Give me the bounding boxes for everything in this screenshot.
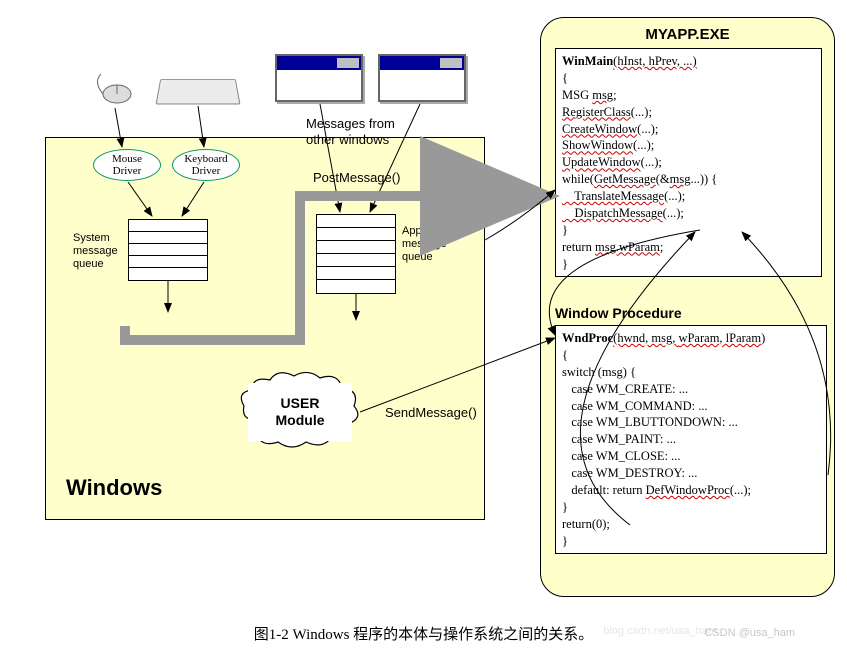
system-queue-label: System message queue [73, 232, 118, 272]
winmain-code: WinMain(hInst, hPrev, ...) { MSG msg; Re… [555, 48, 822, 277]
sendmessage-label: SendMessage() [385, 405, 477, 420]
mouse-driver: Mouse Driver [93, 149, 161, 181]
mouse-icon [95, 72, 135, 106]
other-window-2 [378, 54, 466, 102]
diagram-canvas: Windows Mouse Driver Keyboard Driver Sys… [0, 0, 847, 610]
messages-from-label: Messages from other windows [306, 116, 395, 147]
myapp-title: MYAPP.EXE [541, 26, 834, 43]
application-message-queue [316, 214, 396, 294]
window-procedure-label: Window Procedure [555, 305, 682, 321]
windows-label: Windows [66, 475, 162, 501]
watermark-blog: blog.csdn.net/usa_ham [603, 625, 717, 637]
user-module: USER Module [248, 383, 352, 441]
windows-box: Windows [45, 137, 485, 520]
app-queue-label: Application message queue [402, 225, 456, 265]
keyboard-driver: Keyboard Driver [172, 149, 240, 181]
keyboard-icon [155, 79, 240, 104]
wndproc-code: WndProc(hwnd, msg, wParam, lParam) { swi… [555, 325, 827, 554]
other-window-1 [275, 54, 363, 102]
system-message-queue [128, 219, 208, 281]
watermark-csdn: CSDN @usa_ham [704, 627, 795, 639]
postmessage-label: PostMessage() [313, 170, 400, 185]
